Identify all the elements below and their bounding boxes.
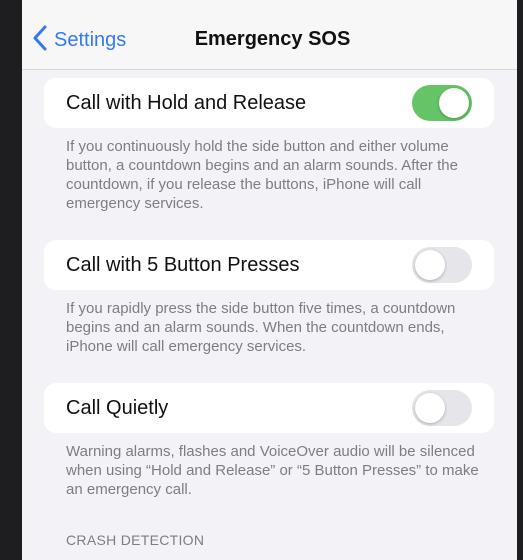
section-header-crash-detection: CRASH DETECTION xyxy=(66,532,205,548)
toggle-knob xyxy=(439,88,469,118)
settings-screen: Settings Emergency SOS Call with Hold an… xyxy=(22,0,517,560)
device-bezel-right xyxy=(517,0,523,560)
setting-row-hold-and-release: Call with Hold and Release xyxy=(44,78,494,128)
page-title: Emergency SOS xyxy=(194,28,351,50)
setting-footnote: If you rapidly press the side button fiv… xyxy=(66,300,456,355)
call-quietly-toggle[interactable] xyxy=(412,390,472,426)
setting-footnote: If you continuously hold the side button… xyxy=(66,138,458,212)
setting-label: Call with Hold and Release xyxy=(66,91,307,114)
hold-and-release-toggle[interactable] xyxy=(412,85,472,121)
five-button-presses-toggle[interactable] xyxy=(412,247,472,283)
toggle-knob xyxy=(415,250,445,280)
setting-label: Call Quietly xyxy=(66,396,169,419)
setting-footnote: Warning alarms, flashes and VoiceOver au… xyxy=(66,443,479,498)
setting-label: Call with 5 Button Presses xyxy=(66,253,300,276)
device-bezel-left xyxy=(0,0,22,560)
navigation-bar: Settings Emergency SOS xyxy=(22,0,517,70)
setting-row-five-button-presses: Call with 5 Button Presses xyxy=(44,240,494,290)
toggle-knob xyxy=(415,393,445,423)
setting-row-call-quietly: Call Quietly xyxy=(44,383,494,433)
